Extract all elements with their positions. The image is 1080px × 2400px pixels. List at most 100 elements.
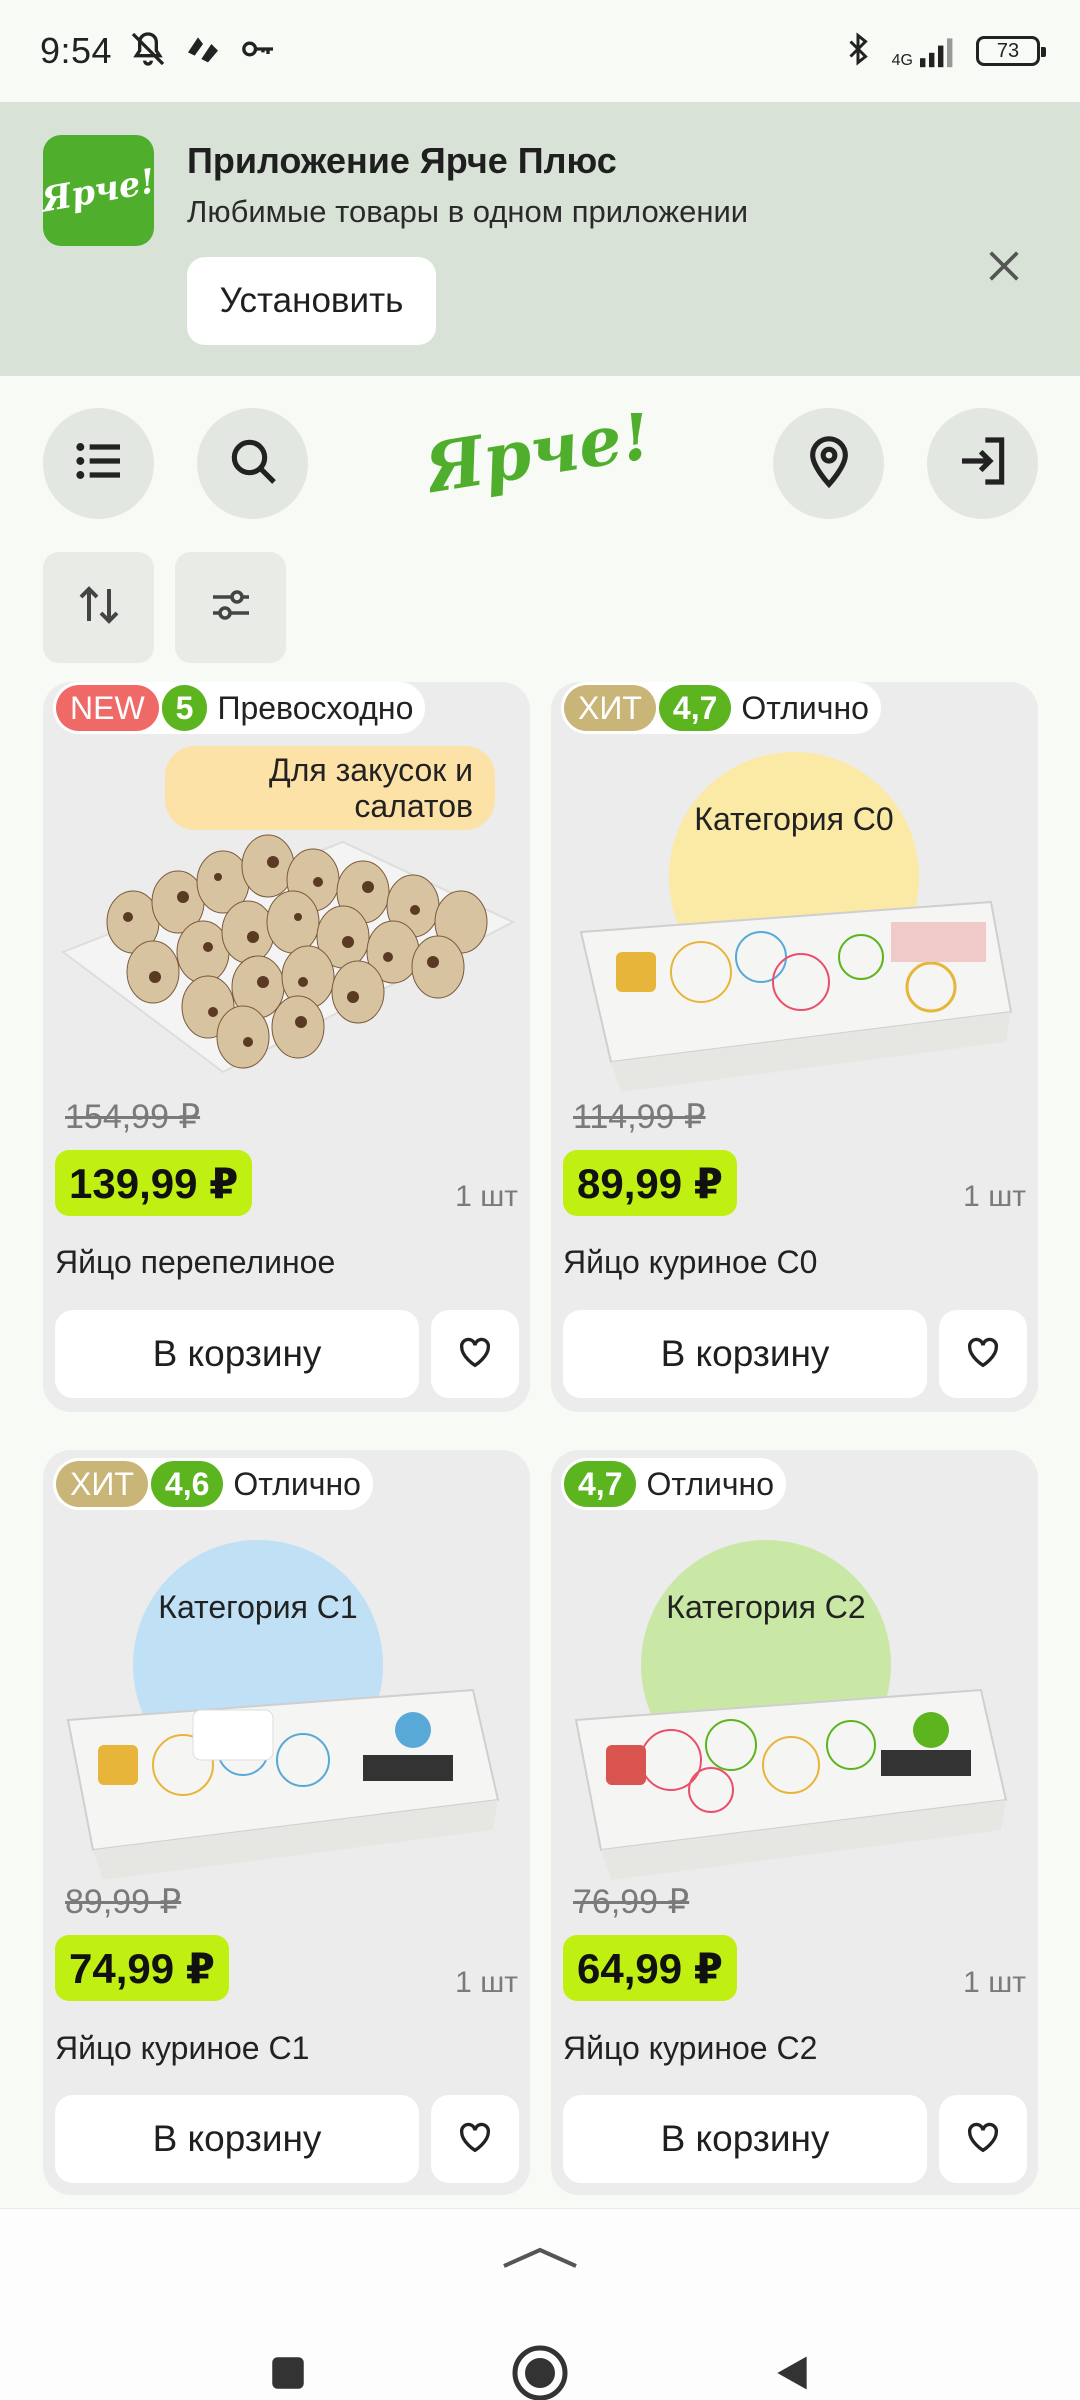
favorite-button[interactable]: [939, 2095, 1027, 2183]
status-notification-icons: [128, 29, 278, 74]
login-icon: [955, 433, 1011, 494]
add-to-cart-button[interactable]: В корзину: [55, 2095, 419, 2183]
product-name[interactable]: Яйцо перепелиное: [55, 1244, 335, 1281]
rating-badge: 4,7: [658, 685, 732, 731]
bluetooth-icon: [840, 29, 876, 74]
quail-eggs-image: [60, 834, 516, 1074]
location-button[interactable]: [773, 408, 884, 519]
search-button[interactable]: [197, 408, 308, 519]
filter-sliders-icon: [207, 581, 255, 634]
square-icon: [267, 2352, 309, 2399]
product-image[interactable]: Категория С2: [551, 1540, 1038, 1910]
brand-logo-graphic: Ярче!: [430, 413, 650, 510]
banner-close-button[interactable]: [978, 242, 1030, 294]
unit: 1 шт: [963, 1180, 1026, 1213]
rating-badge: 4,7: [564, 1461, 637, 1507]
category-label: Категория С2: [666, 1589, 866, 1625]
category-label: Категория С1: [158, 1589, 358, 1625]
back-button[interactable]: [752, 2335, 832, 2400]
product-badges: ХИТ 4,7 Отлично: [561, 682, 881, 734]
product-name[interactable]: Яйцо куриное С0: [563, 1244, 817, 1281]
rating-text: Отлично: [646, 1465, 775, 1502]
heart-icon: [455, 1332, 495, 1377]
banner-title: Приложение Ярче Плюс: [187, 140, 617, 181]
chevron-up-icon: [500, 2242, 580, 2277]
product-badges: NEW 5 Превосходно: [53, 682, 426, 734]
old-price: 76,99 ₽: [573, 1883, 690, 1921]
favorite-button[interactable]: [431, 1310, 519, 1398]
product-image[interactable]: Для закусок и салатов: [43, 742, 530, 1112]
category-label: Категория С0: [694, 801, 894, 837]
heart-icon: [963, 2117, 1003, 2162]
sort-arrows-icon: [75, 581, 123, 634]
install-button[interactable]: Установить: [187, 257, 436, 345]
add-to-cart-button[interactable]: В корзину: [563, 1310, 927, 1398]
location-pin-icon: [801, 433, 857, 494]
egg-carton-c2-image: [574, 1688, 1008, 1880]
status-system-icons: 4G 73: [840, 29, 1046, 74]
new-badge: NEW: [56, 685, 159, 731]
add-to-cart-button[interactable]: В корзину: [563, 2095, 927, 2183]
rating-text: Превосходно: [217, 689, 414, 726]
signal-icon: 4G: [892, 33, 960, 69]
egg-carton-c0-image: [579, 900, 1013, 1092]
heart-icon: [963, 1332, 1003, 1377]
heart-icon: [455, 2117, 495, 2162]
price: 139,99 ₽: [55, 1150, 253, 1216]
old-price: 114,99 ₽: [573, 1098, 706, 1136]
catalog-menu-button[interactable]: [43, 408, 154, 519]
bottom-navigation-bar: [0, 2208, 1080, 2400]
unit: 1 шт: [455, 1180, 518, 1213]
product-badges: 4,7 Отлично: [561, 1458, 787, 1510]
old-price: 154,99 ₽: [65, 1098, 201, 1136]
app-notification-icon: [182, 29, 224, 74]
product-card[interactable]: ХИТ 4,7 Отлично Категория С0 114,99 ₽ 89…: [551, 682, 1038, 1412]
app-logo: Ярче!: [39, 135, 158, 246]
unit: 1 шт: [455, 1966, 518, 1999]
brand-logo-text: Ярче!: [430, 413, 650, 510]
product-image[interactable]: Категория С1: [43, 1540, 530, 1910]
login-button[interactable]: [927, 408, 1038, 519]
hit-badge: ХИТ: [564, 685, 656, 731]
status-time: 9:54: [40, 30, 113, 71]
home-button[interactable]: [500, 2335, 580, 2400]
back-triangle-icon: [770, 2349, 814, 2400]
silent-bell-icon: [128, 29, 168, 74]
status-bar: 9:54 4G 73: [0, 0, 1080, 102]
product-name[interactable]: Яйцо куриное С2: [563, 2030, 817, 2067]
rating-badge: 5: [161, 685, 208, 731]
hit-badge: ХИТ: [56, 1461, 148, 1507]
app-logo-text: Ярче!: [38, 160, 159, 221]
price: 89,99 ₽: [563, 1150, 737, 1216]
rating-text: Отлично: [741, 689, 869, 726]
filter-button[interactable]: [175, 552, 286, 663]
favorite-button[interactable]: [939, 1310, 1027, 1398]
battery-indicator: 73: [976, 36, 1046, 66]
rating-badge: 4,6: [150, 1461, 224, 1507]
list-menu-icon: [71, 433, 127, 494]
add-to-cart-button[interactable]: В корзину: [55, 1310, 419, 1398]
brand-logo[interactable]: Ярче!: [430, 408, 650, 518]
product-name[interactable]: Яйцо куриное С1: [55, 2030, 309, 2067]
product-badges: ХИТ 4,6 Отлично: [53, 1458, 373, 1510]
price: 64,99 ₽: [563, 1935, 737, 2001]
rating-text: Отлично: [233, 1465, 361, 1502]
key-icon: [238, 29, 278, 74]
product-image[interactable]: Категория С0: [551, 752, 1038, 1122]
product-card[interactable]: ХИТ 4,6 Отлично Категория С1 89,99 ₽ 74,…: [43, 1450, 530, 2195]
favorite-button[interactable]: [431, 2095, 519, 2183]
search-icon: [225, 433, 281, 494]
unit: 1 шт: [963, 1966, 1026, 1999]
sort-button[interactable]: [43, 552, 154, 663]
close-icon: [984, 246, 1024, 291]
network-type: 4G: [891, 52, 913, 69]
expand-button[interactable]: [500, 2219, 580, 2299]
price: 74,99 ₽: [55, 1935, 229, 2001]
old-price: 89,99 ₽: [65, 1883, 182, 1921]
recent-apps-button[interactable]: [248, 2335, 328, 2400]
product-card[interactable]: NEW 5 Превосходно Для закусок и салатов …: [43, 682, 530, 1412]
banner-subtitle: Любимые товары в одном приложении: [187, 194, 749, 229]
product-card[interactable]: 4,7 Отлично Категория С2 76,99 ₽ 64,99 ₽…: [551, 1450, 1038, 2195]
home-circle-icon: [510, 2343, 570, 2400]
app-install-banner: Ярче! Приложение Ярче Плюс Любимые товар…: [0, 102, 1080, 376]
